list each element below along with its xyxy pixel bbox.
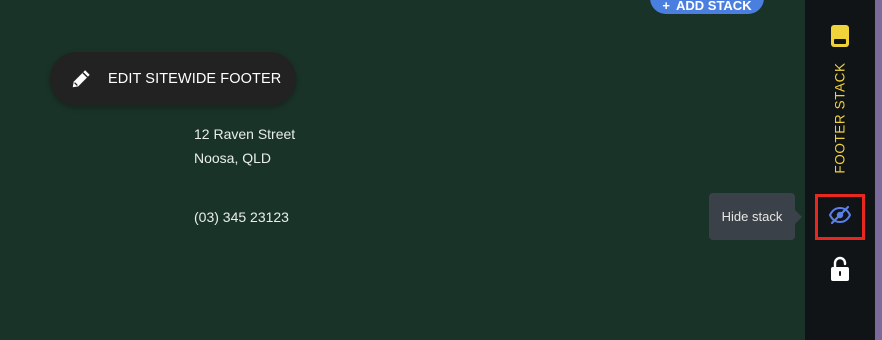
page-canvas: + ADD STACK s 12 Raven Street Noosa, QLD… xyxy=(0,0,805,340)
pencil-icon xyxy=(70,68,92,90)
stack-color-icon[interactable] xyxy=(829,24,851,48)
add-stack-label: ADD STACK xyxy=(676,0,752,13)
footer-phone: (03) 345 23123 xyxy=(194,209,289,225)
address-line-2: Noosa, QLD xyxy=(194,150,272,166)
edit-footer-label: EDIT SITEWIDE FOOTER xyxy=(108,71,282,87)
unlock-icon[interactable] xyxy=(829,256,851,282)
address-line-1: 12 Raven Street xyxy=(194,126,296,142)
hide-stack-button[interactable] xyxy=(815,194,865,240)
plus-icon: + xyxy=(662,0,670,13)
tooltip-text: Hide stack xyxy=(721,209,783,224)
hide-eye-icon xyxy=(828,205,852,230)
add-stack-button[interactable]: + ADD STACK xyxy=(650,0,764,14)
footer-stack-label: FOOTER STACK xyxy=(832,62,848,174)
edit-sitewide-footer-button[interactable]: EDIT SITEWIDE FOOTER xyxy=(50,52,296,106)
footer-address: 12 Raven Street Noosa, QLD xyxy=(194,122,295,170)
hide-stack-tooltip: Hide stack xyxy=(709,193,802,240)
edge-strip xyxy=(875,0,882,340)
